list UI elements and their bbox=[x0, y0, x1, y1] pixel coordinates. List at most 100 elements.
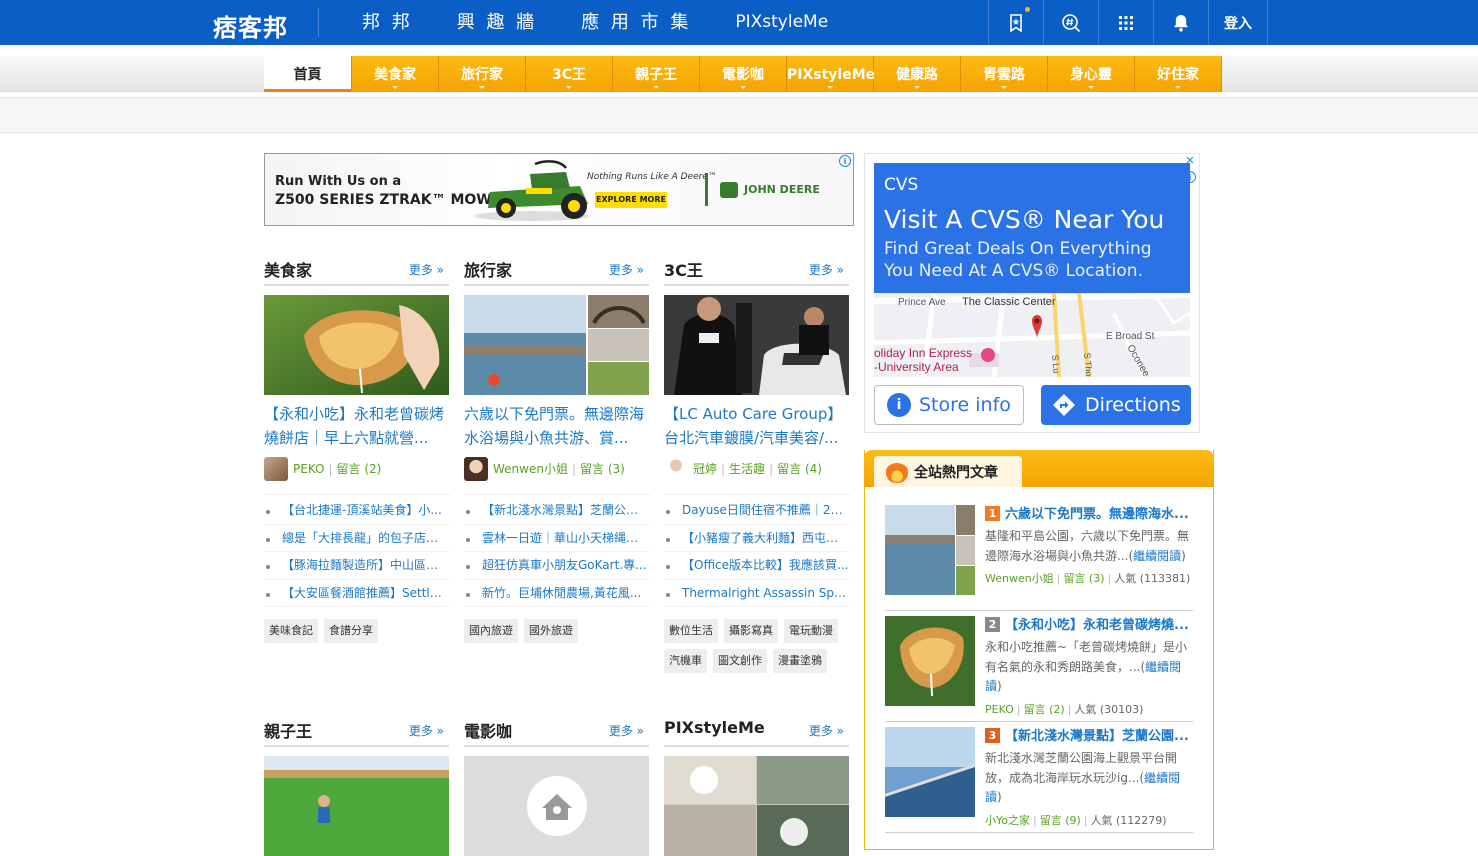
tab-movies[interactable]: 電影咖 bbox=[700, 56, 787, 92]
tab-pixstyleme[interactable]: PIXstyleMe bbox=[787, 56, 875, 92]
tab-label: 親子王 bbox=[635, 67, 677, 83]
apps-grid-button[interactable] bbox=[1098, 0, 1153, 45]
more-link[interactable]: 更多 » bbox=[409, 722, 444, 739]
more-link[interactable]: 更多 » bbox=[609, 722, 644, 739]
nav-bangbang[interactable]: 邦 邦 bbox=[340, 0, 435, 45]
divider bbox=[318, 8, 319, 37]
tag-chip[interactable]: 數位生活 bbox=[664, 619, 718, 643]
list-item[interactable]: 雲林一日遊｜華山小天梯縄索... bbox=[464, 525, 649, 552]
pixnet-logo[interactable]: 痞客邦 bbox=[213, 8, 288, 42]
nav-pixstyleme[interactable]: PIXstyleMe bbox=[713, 0, 850, 45]
avatar[interactable] bbox=[264, 456, 288, 481]
tab-health[interactable]: 健康路 bbox=[874, 56, 961, 92]
store-info-button[interactable]: i Store info bbox=[874, 385, 1024, 425]
hot-article-title[interactable]: 1 六歲以下免門票。無邊際海水... bbox=[985, 505, 1193, 525]
list-item[interactable]: 【豚海拉麵製造所】中山區拉... bbox=[264, 552, 449, 580]
chevron-down-icon bbox=[479, 86, 485, 89]
auto-care-image bbox=[664, 295, 849, 395]
article-title[interactable]: 六歲以下免門票。無邊際海水浴場與小魚共游、賞... bbox=[464, 402, 649, 450]
category-tabs: 首頁 美食家 旅行家 3C王 親子王 電影咖 PIXstyleMe 健康路 青雲… bbox=[264, 56, 1222, 92]
tab-3c[interactable]: 3C王 bbox=[526, 56, 613, 92]
tab-parenting[interactable]: 親子王 bbox=[613, 56, 700, 92]
tab-food[interactable]: 美食家 bbox=[352, 56, 439, 92]
list-item[interactable]: 【小豬瘦了義大利麵】西屯緊... bbox=[664, 525, 849, 552]
explore-more-button[interactable]: EXPLORE MORE bbox=[595, 192, 667, 208]
notifications-button[interactable] bbox=[1153, 0, 1208, 45]
ad-banner[interactable]: Run With Us on a Z500 SERIES ZTRAK™ MOWE… bbox=[264, 153, 854, 226]
map-image[interactable]: Prince Ave The Classic Center E Broad St… bbox=[874, 293, 1190, 377]
tag-chip[interactable]: 漫畫塗鴉 bbox=[773, 649, 827, 673]
list-item[interactable]: 【新北淺水灣景點】芝蘭公園... bbox=[464, 497, 649, 525]
list-item[interactable]: Thermalright Assassin Spirit ... bbox=[664, 580, 849, 607]
comment-count[interactable]: 留言 (3) bbox=[580, 460, 625, 477]
more-link[interactable]: 更多 » bbox=[809, 722, 844, 739]
separator: | bbox=[571, 461, 577, 476]
nav-app-market[interactable]: 應 用 市 集 bbox=[559, 0, 713, 45]
list-item[interactable]: 【台北捷運-頂溪站美食】小... bbox=[264, 497, 449, 525]
article-thumbnail[interactable] bbox=[464, 295, 649, 395]
comment-count[interactable]: 留言 (9) bbox=[1040, 814, 1081, 827]
tab-home-living[interactable]: 好住家 bbox=[1135, 56, 1222, 92]
article-thumbnail[interactable] bbox=[264, 295, 449, 395]
article-thumbnail[interactable] bbox=[264, 756, 449, 856]
author-name[interactable]: PEKO bbox=[985, 703, 1014, 716]
tag-chip[interactable]: 汽機車 bbox=[664, 649, 707, 673]
hot-article-title[interactable]: 3 【新北淺水灣景點】芝蘭公園... bbox=[985, 727, 1193, 747]
comment-count[interactable]: 留言 (3) bbox=[1063, 572, 1104, 585]
seaside-image bbox=[885, 505, 975, 595]
list-item[interactable]: Dayuse日間住宿不推薦｜20... bbox=[664, 497, 849, 525]
tab-wellness[interactable]: 身心靈 bbox=[1048, 56, 1135, 92]
more-link[interactable]: 更多 » bbox=[409, 261, 444, 278]
hot-article-title[interactable]: 2 【永和小吃】永和老曾碳烤燒... bbox=[985, 616, 1193, 636]
list-item[interactable]: 【大安區餐酒館推薦】Settle ... bbox=[264, 580, 449, 607]
author-name[interactable]: Wenwen小姐 bbox=[493, 460, 568, 477]
avatar[interactable] bbox=[464, 456, 488, 481]
comment-count[interactable]: 留言 (2) bbox=[337, 460, 382, 477]
tag-chip[interactable]: 國外旅遊 bbox=[524, 619, 578, 643]
tab-career[interactable]: 青雲路 bbox=[961, 56, 1048, 92]
nav-interest-wall[interactable]: 興 趣 牆 bbox=[435, 0, 559, 45]
more-link[interactable]: 更多 » bbox=[609, 261, 644, 278]
list-item[interactable]: 超狂仿真車小朋友GoKart.專... bbox=[464, 552, 649, 580]
author-name[interactable]: Wenwen小姐 bbox=[985, 572, 1054, 585]
info-icon: i bbox=[887, 393, 911, 417]
article-title[interactable]: 【LC Auto Care Group】台北汽車鍍膜/汽車美容/... bbox=[664, 402, 849, 450]
directions-button[interactable]: Directions bbox=[1041, 385, 1191, 425]
author-name[interactable]: 冠婷 bbox=[693, 460, 717, 477]
tab-label: 身心靈 bbox=[1070, 67, 1112, 83]
avatar[interactable] bbox=[664, 456, 688, 481]
more-link[interactable]: 更多 » bbox=[809, 261, 844, 278]
ad-info-icon[interactable]: i bbox=[839, 155, 851, 167]
tag-chip[interactable]: 國內旅遊 bbox=[464, 619, 518, 643]
hot-thumbnail[interactable] bbox=[885, 727, 975, 817]
chevron-down-icon bbox=[392, 86, 398, 89]
tab-home[interactable]: 首頁 bbox=[264, 56, 352, 92]
tag-chip[interactable]: 食譜分享 bbox=[324, 619, 378, 643]
tag-chip[interactable]: 電玩動漫 bbox=[784, 619, 838, 643]
hot-thumbnail[interactable] bbox=[885, 505, 975, 595]
tag-chip[interactable]: 圖文創作 bbox=[713, 649, 767, 673]
hashtag-search-button[interactable] bbox=[1043, 0, 1098, 45]
article-title[interactable]: 【永和小吃】永和老曾碳烤燒餅店｜早上六點就營... bbox=[264, 402, 449, 450]
tab-travel[interactable]: 旅行家 bbox=[439, 56, 526, 92]
hot-tab: 全站熱門文章 bbox=[874, 456, 1022, 487]
list-item[interactable]: 總是「大排長龍」的包子店！... bbox=[264, 525, 449, 552]
article-thumbnail[interactable] bbox=[664, 295, 849, 395]
author-name[interactable]: PEKO bbox=[293, 462, 324, 476]
tag-chip[interactable]: 攝影寫真 bbox=[724, 619, 778, 643]
tag-chip[interactable]: 美味食記 bbox=[264, 619, 318, 643]
comment-count[interactable]: 留言 (2) bbox=[1024, 703, 1065, 716]
bookmark-star-button[interactable] bbox=[988, 0, 1043, 45]
author-name[interactable]: 小Yo之家 bbox=[985, 814, 1030, 827]
list-item[interactable]: 新竹。巨埔休閒農場,黃花風... bbox=[464, 580, 649, 607]
read-more-link[interactable]: 繼續閱讀 bbox=[1133, 549, 1181, 563]
comment-count[interactable]: 留言 (4) bbox=[777, 460, 822, 477]
list-item[interactable]: 【Office版本比較】我應該買... bbox=[664, 552, 849, 580]
sub-category-bar bbox=[0, 97, 1478, 133]
board-name[interactable]: 生活趣 bbox=[729, 460, 765, 477]
article-thumbnail[interactable] bbox=[464, 756, 649, 856]
login-button[interactable]: 登入 bbox=[1208, 0, 1268, 45]
sidebar-ad[interactable]: ✕ i CVS Visit A CVS® Near You Find Great… bbox=[864, 153, 1200, 433]
hot-thumbnail[interactable] bbox=[885, 616, 975, 706]
article-thumbnail[interactable] bbox=[664, 756, 849, 856]
